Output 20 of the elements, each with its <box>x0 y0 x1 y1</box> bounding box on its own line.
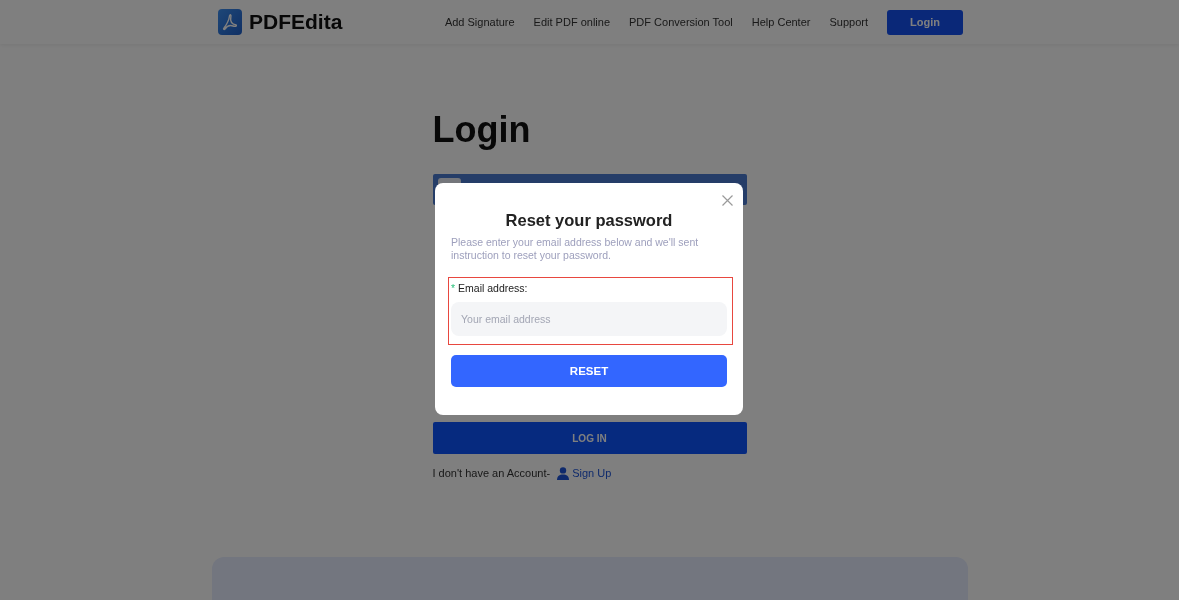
reset-button[interactable]: RESET <box>451 355 727 387</box>
field-label: Email address: <box>458 281 528 295</box>
brand-name[interactable]: PDFEdita <box>249 10 343 34</box>
close-icon[interactable] <box>722 195 733 206</box>
nav-link[interactable]: Help Center <box>751 16 811 28</box>
dialog-title: Reset your password <box>504 210 674 231</box>
logo-icon[interactable] <box>218 9 242 35</box>
sign-up-link[interactable]: Sign Up <box>572 465 612 481</box>
dialog-description: Please enter your email address below and we'll sent instruction to reset your password. <box>451 236 700 262</box>
email-input[interactable]: Your email address <box>451 302 727 336</box>
nav-link[interactable]: Add Signature <box>444 16 515 28</box>
page-title: Login <box>432 108 532 152</box>
login-button[interactable]: Login <box>887 9 963 35</box>
required-mark: * <box>451 281 456 295</box>
person-icon <box>557 466 570 480</box>
nav-link[interactable]: Support <box>829 16 868 28</box>
nav-link[interactable]: PDF Conversion Tool <box>629 16 733 28</box>
log-in-button[interactable]: LOG IN <box>432 422 747 454</box>
nav-link[interactable]: Edit PDF online <box>533 16 611 28</box>
signup-prompt: I don't have an Account- <box>432 466 551 481</box>
